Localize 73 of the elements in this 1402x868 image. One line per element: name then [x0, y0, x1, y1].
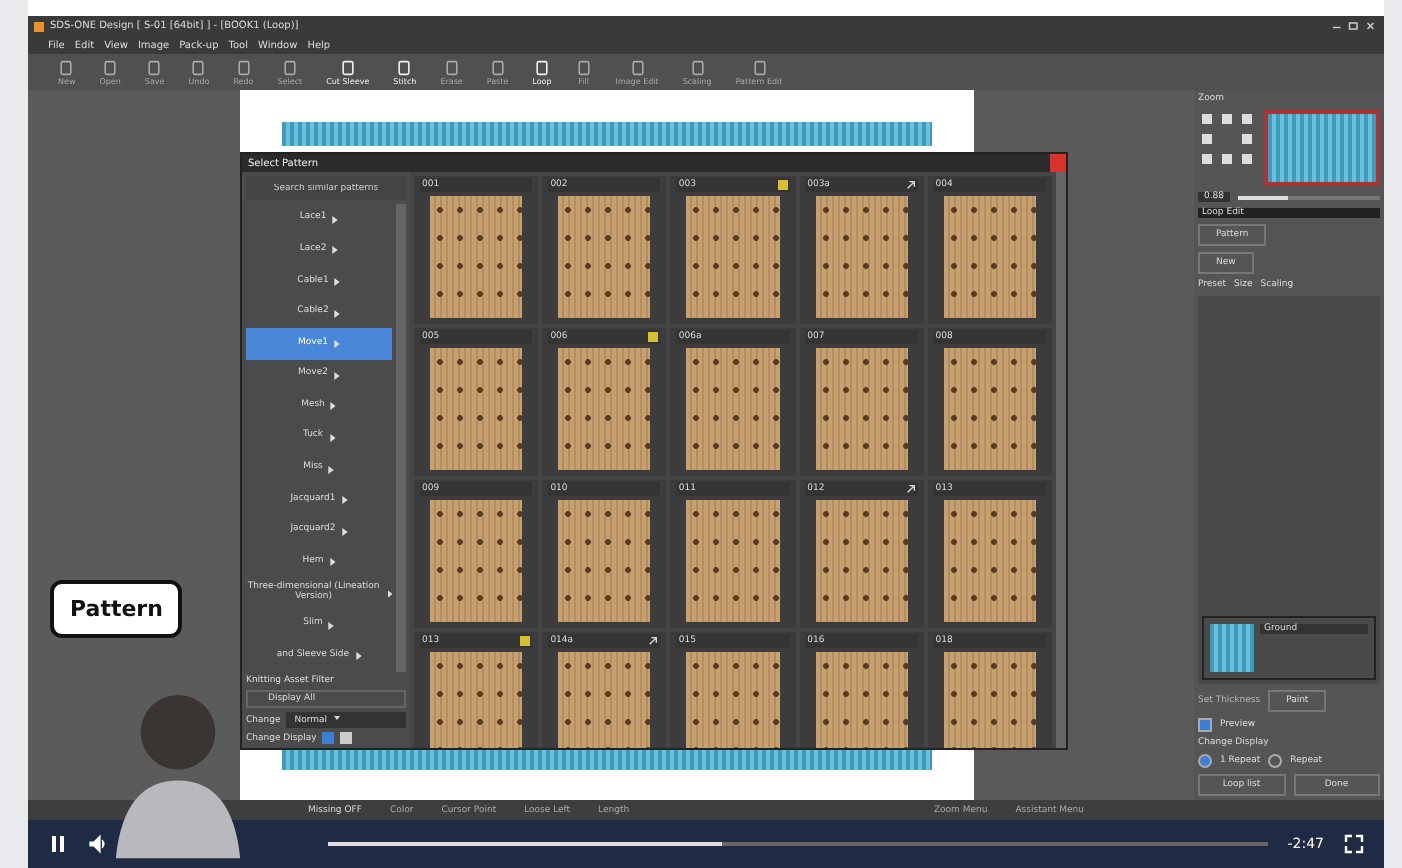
- scrollbar[interactable]: [1056, 172, 1066, 748]
- tool-icon: [146, 59, 163, 75]
- knit-swatch: [943, 196, 1036, 318]
- knit-swatch: [430, 652, 523, 748]
- chevron-icon: [387, 589, 392, 598]
- knit-swatch: [558, 500, 651, 622]
- fullscreen-icon[interactable]: [1344, 834, 1364, 854]
- knit-swatch: [558, 652, 651, 748]
- tool-icon: [102, 59, 119, 75]
- chevron-icon: [329, 558, 336, 567]
- caption-bubble: Pattern: [50, 580, 183, 638]
- layer-thumbnail: [1210, 624, 1254, 672]
- chevron-icon: [328, 621, 335, 630]
- tool-icon: [58, 59, 75, 75]
- knit-swatch: [815, 348, 908, 470]
- knit-swatch: [815, 196, 908, 318]
- dropdown-caret-icon: [333, 714, 340, 722]
- volume-icon[interactable]: [88, 834, 108, 854]
- tool-icon: [396, 59, 413, 75]
- chevron-icon: [341, 527, 348, 536]
- tool-icon: [689, 59, 706, 75]
- radio-button[interactable]: [1198, 754, 1212, 768]
- split-view-icon[interactable]: [340, 732, 353, 744]
- tool-icon: [575, 59, 592, 75]
- single-view-icon[interactable]: [322, 732, 335, 744]
- tool-icon: [629, 59, 646, 75]
- chevron-icon: [334, 277, 341, 286]
- app-icon: [34, 21, 44, 31]
- chevron-icon: [341, 496, 348, 505]
- knit-swatch: [815, 652, 908, 748]
- knit-swatch: [686, 348, 780, 470]
- marker-icon: [648, 332, 659, 342]
- knit-swatch: [430, 500, 523, 622]
- tool-icon: [443, 59, 460, 75]
- scrollbar[interactable]: [396, 204, 406, 672]
- knit-swatch: [686, 196, 780, 318]
- tool-icon: [339, 59, 356, 75]
- chevron-icon: [334, 309, 341, 318]
- chevron-icon: [333, 340, 340, 349]
- chevron-icon: [355, 652, 362, 661]
- knit-preview-thumbnail: [1264, 110, 1380, 186]
- knit-swatch: [558, 196, 651, 318]
- chevron-icon: [328, 465, 335, 474]
- knit-swatch: [430, 196, 523, 318]
- marker-icon: [520, 636, 531, 646]
- knit-swatch: [815, 500, 908, 622]
- navigation-arrows-icon[interactable]: [1198, 110, 1258, 170]
- knit-swatch: [558, 348, 651, 470]
- tool-icon: [190, 59, 207, 75]
- tool-icon: [533, 59, 550, 75]
- marker-icon: [777, 180, 788, 190]
- knit-swatch: [943, 500, 1036, 622]
- chevron-icon: [333, 371, 340, 380]
- knit-swatch: [943, 348, 1036, 470]
- tool-icon: [489, 59, 506, 75]
- tool-icon: [235, 59, 252, 75]
- chevron-icon: [329, 433, 335, 442]
- chevron-icon: [330, 402, 337, 411]
- tool-icon: [751, 59, 768, 75]
- knit-swatch: [430, 348, 523, 470]
- tool-icon: [281, 59, 298, 75]
- preview-checkbox[interactable]: [1198, 718, 1212, 732]
- window-controls-icon[interactable]: [1330, 20, 1378, 32]
- chevron-icon: [332, 215, 339, 224]
- radio-button[interactable]: [1268, 754, 1283, 768]
- pause-icon[interactable]: [48, 834, 68, 854]
- arrow-icon: [905, 180, 916, 190]
- arrow-icon: [905, 484, 916, 494]
- knit-swatch: [686, 500, 780, 622]
- knit-swatch: [943, 652, 1036, 748]
- chevron-icon: [332, 246, 339, 255]
- knit-swatch: [686, 652, 780, 748]
- arrow-icon: [648, 636, 659, 646]
